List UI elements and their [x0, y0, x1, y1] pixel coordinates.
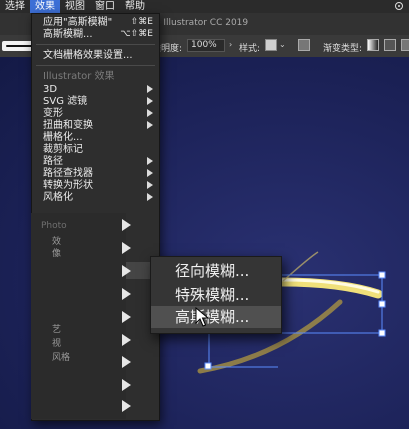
- menu-item-label: SVG 滤镜: [43, 96, 88, 107]
- submenu-arrow-icon: [147, 169, 153, 177]
- menu-item-document-raster-settings[interactable]: 文档栅格效果设置...: [32, 50, 159, 61]
- menu-item-stylize[interactable]: 风格化: [32, 192, 159, 203]
- menu-item-label: 高斯模糊...: [175, 308, 250, 326]
- submenu-arrow-icon: [147, 109, 153, 117]
- menu-item-label: 风格化: [43, 192, 73, 203]
- menu-item-shortcut: ⌥⇧⌘E: [120, 29, 153, 39]
- linear-gradient-icon[interactable]: [367, 39, 379, 51]
- menu-effect[interactable]: 效果: [30, 0, 60, 13]
- menu-item-label: 路径: [43, 156, 63, 167]
- menu-item-video[interactable]: 视: [52, 336, 61, 349]
- menu-separator: [36, 65, 155, 66]
- menu-item-label: 文档栅格效果设置...: [43, 50, 133, 61]
- menu-item-pixelate[interactable]: 像: [52, 246, 61, 259]
- blur-submenu: 径向模糊... 特殊模糊... 高斯模糊...: [150, 256, 282, 334]
- submenu-arrow-icon: [147, 157, 153, 165]
- submenu-arrow-icon: [122, 311, 131, 323]
- submenu-arrow-icon: [147, 181, 153, 189]
- menu-item-shortcut: ⇧⌘E: [130, 17, 153, 27]
- menu-item-gaussian-blur[interactable]: 高斯模糊...: [151, 306, 281, 328]
- app-title: e Illustrator CC 2019: [155, 18, 249, 28]
- menu-item-label: 应用"高斯模糊": [43, 17, 113, 28]
- appearance-icon[interactable]: [298, 39, 310, 51]
- menu-bar: 选择 效果 视图 窗口 帮助: [0, 0, 409, 13]
- menu-item-label: 3D: [43, 84, 58, 95]
- menu-item-apply-last-effect[interactable]: 应用"高斯模糊" ⇧⌘E: [32, 17, 159, 28]
- radial-gradient-icon[interactable]: [384, 39, 396, 51]
- menu-item-pathfinder[interactable]: 路径查找器: [32, 168, 159, 179]
- menu-separator: [36, 44, 155, 45]
- menu-item-distort-transform[interactable]: 扭曲和变换: [32, 120, 159, 131]
- menu-item-convert-to-shape[interactable]: 转换为形状: [32, 180, 159, 191]
- menu-item-label: 转换为形状: [43, 180, 93, 191]
- submenu-arrow-icon: [147, 121, 153, 129]
- menu-item-label: 变形: [43, 108, 63, 119]
- submenu-arrow-icon: [147, 193, 153, 201]
- submenu-arrow-icon: [122, 288, 131, 300]
- menu-help[interactable]: 帮助: [120, 0, 150, 13]
- mouse-cursor-icon: [195, 307, 209, 327]
- screen-record-icon[interactable]: [395, 2, 403, 10]
- menu-item-label: 径向模糊...: [175, 262, 250, 280]
- submenu-arrow-icon: [122, 242, 131, 254]
- section-header-illustrator-effects: Illustrator 效果: [32, 71, 159, 82]
- menu-item-crop-marks[interactable]: 裁剪标记: [32, 144, 159, 155]
- menu-window[interactable]: 窗口: [90, 0, 120, 13]
- menu-item-3d[interactable]: 3D: [32, 84, 159, 95]
- gradient-type-label: 渐变类型:: [323, 44, 363, 54]
- style-swatch[interactable]: [265, 39, 277, 51]
- menu-item-label: 路径查找器: [43, 168, 93, 179]
- section-header-label: Illustrator 效果: [43, 71, 115, 82]
- menu-view[interactable]: 视图: [60, 0, 90, 13]
- submenu-arrow-icon: [122, 379, 131, 391]
- menu-item-smart-blur[interactable]: 特殊模糊...: [151, 284, 281, 306]
- submenu-arrow-icon: [122, 356, 131, 368]
- submenu-arrow-icon: [122, 334, 131, 346]
- menu-item-stylize-ps[interactable]: 风格: [52, 350, 70, 363]
- menu-item-label: 栅格化...: [43, 132, 83, 143]
- menu-select[interactable]: 选择: [0, 0, 30, 13]
- menu-item-path[interactable]: 路径: [32, 156, 159, 167]
- menu-item-label: 高斯模糊...: [43, 29, 93, 40]
- style-label: 样式:: [239, 44, 261, 54]
- opacity-field[interactable]: 100%: [187, 39, 225, 52]
- submenu-arrow-icon: [122, 265, 131, 277]
- menu-item-label: 特殊模糊...: [175, 286, 250, 304]
- section-header-photoshop-effects: Photo: [41, 221, 67, 231]
- photoshop-effects-section: Photo 效 像 艺 视 风格: [31, 213, 126, 419]
- menu-item-svg-filters[interactable]: SVG 滤镜: [32, 96, 159, 107]
- menu-item-warp[interactable]: 变形: [32, 108, 159, 119]
- chevron-down-icon[interactable]: ⌄: [279, 40, 286, 49]
- menu-item-label: 裁剪标记: [43, 144, 83, 155]
- freeform-gradient-icon[interactable]: [401, 39, 409, 51]
- menu-item-rasterize[interactable]: 栅格化...: [32, 132, 159, 143]
- menu-item-label: 扭曲和变换: [43, 120, 93, 131]
- submenu-arrow-icon: [122, 400, 131, 412]
- menu-item-radial-blur[interactable]: 径向模糊...: [151, 260, 281, 282]
- submenu-arrow-icon: [122, 219, 131, 231]
- menu-item-artistic[interactable]: 艺: [52, 322, 61, 335]
- opacity-arrow-icon[interactable]: ›: [229, 40, 232, 49]
- submenu-arrow-icon: [147, 85, 153, 93]
- menu-item-last-effect[interactable]: 高斯模糊... ⌥⇧⌘E: [32, 29, 159, 40]
- submenu-arrow-icon: [147, 97, 153, 105]
